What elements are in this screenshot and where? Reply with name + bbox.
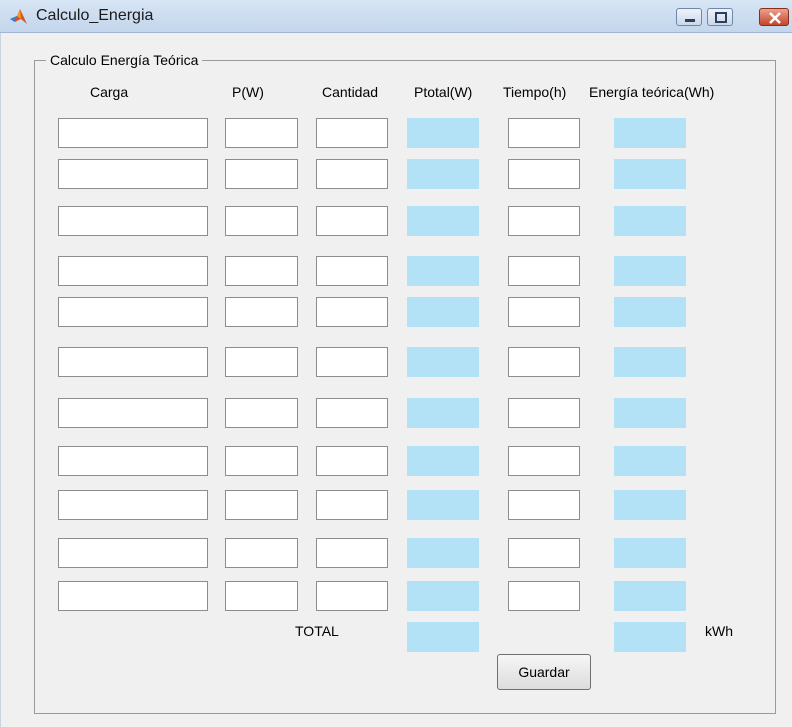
window-title: Calculo_Energia	[36, 7, 154, 24]
energia-output	[614, 159, 686, 189]
energia-output	[614, 297, 686, 327]
potencia-input[interactable]	[225, 398, 298, 428]
carga-input[interactable]	[58, 538, 208, 568]
cantidad-input[interactable]	[316, 159, 388, 189]
ptotal-output	[407, 490, 479, 520]
carga-input[interactable]	[58, 297, 208, 327]
matlab-icon	[10, 9, 27, 24]
minimize-icon	[685, 19, 695, 22]
cantidad-input[interactable]	[316, 490, 388, 520]
energia-output	[614, 118, 686, 148]
tiempo-input[interactable]	[508, 581, 580, 611]
tiempo-input[interactable]	[508, 490, 580, 520]
header-carga: Carga	[90, 84, 129, 100]
cantidad-input[interactable]	[316, 581, 388, 611]
carga-input[interactable]	[58, 159, 208, 189]
title-bar: Calculo_Energia	[0, 0, 792, 33]
header-ptotal: Ptotal(W)	[414, 84, 473, 100]
tiempo-input[interactable]	[508, 297, 580, 327]
tiempo-input[interactable]	[508, 347, 580, 377]
maximize-icon	[715, 12, 727, 23]
ptotal-output	[407, 446, 479, 476]
tiempo-input[interactable]	[508, 256, 580, 286]
header-potencia: P(W)	[232, 84, 264, 100]
energia-output	[614, 398, 686, 428]
cantidad-input[interactable]	[316, 347, 388, 377]
save-button[interactable]: Guardar	[497, 654, 591, 690]
unit-label: kWh	[705, 623, 733, 639]
energia-output	[614, 206, 686, 236]
total-energia-field	[614, 622, 686, 652]
maximize-button[interactable]	[707, 8, 733, 26]
ptotal-output	[407, 118, 479, 148]
potencia-input[interactable]	[225, 581, 298, 611]
cantidad-input[interactable]	[316, 118, 388, 148]
minimize-button[interactable]	[676, 8, 702, 26]
carga-input[interactable]	[58, 256, 208, 286]
panel-title: Calculo Energía Teórica	[46, 52, 203, 68]
carga-input[interactable]	[58, 118, 208, 148]
cantidad-input[interactable]	[316, 538, 388, 568]
potencia-input[interactable]	[225, 206, 298, 236]
cantidad-input[interactable]	[316, 206, 388, 236]
ptotal-output	[407, 159, 479, 189]
total-ptotal-field	[407, 622, 479, 652]
ptotal-output	[407, 398, 479, 428]
energia-output	[614, 538, 686, 568]
energia-output	[614, 256, 686, 286]
ptotal-output	[407, 581, 479, 611]
potencia-input[interactable]	[225, 538, 298, 568]
potencia-input[interactable]	[225, 347, 298, 377]
header-tiempo: Tiempo(h)	[503, 84, 567, 100]
energia-output	[614, 490, 686, 520]
tiempo-input[interactable]	[508, 446, 580, 476]
potencia-input[interactable]	[225, 297, 298, 327]
ptotal-output	[407, 347, 479, 377]
carga-input[interactable]	[58, 446, 208, 476]
carga-input[interactable]	[58, 398, 208, 428]
close-button[interactable]	[759, 8, 789, 26]
ptotal-output	[407, 206, 479, 236]
cantidad-input[interactable]	[316, 398, 388, 428]
carga-input[interactable]	[58, 347, 208, 377]
tiempo-input[interactable]	[508, 398, 580, 428]
tiempo-input[interactable]	[508, 538, 580, 568]
carga-input[interactable]	[58, 206, 208, 236]
ptotal-output	[407, 297, 479, 327]
header-energia: Energía teórica(Wh)	[589, 84, 715, 100]
potencia-input[interactable]	[225, 159, 298, 189]
ptotal-output	[407, 256, 479, 286]
tiempo-input[interactable]	[508, 159, 580, 189]
potencia-input[interactable]	[225, 446, 298, 476]
energia-output	[614, 581, 686, 611]
potencia-input[interactable]	[225, 118, 298, 148]
close-icon	[769, 12, 781, 24]
cantidad-input[interactable]	[316, 446, 388, 476]
total-label: TOTAL	[295, 623, 339, 639]
carga-input[interactable]	[58, 490, 208, 520]
energia-output	[614, 347, 686, 377]
tiempo-input[interactable]	[508, 206, 580, 236]
carga-input[interactable]	[58, 581, 208, 611]
energia-output	[614, 446, 686, 476]
ptotal-output	[407, 538, 479, 568]
potencia-input[interactable]	[225, 256, 298, 286]
potencia-input[interactable]	[225, 490, 298, 520]
tiempo-input[interactable]	[508, 118, 580, 148]
header-cantidad: Cantidad	[322, 84, 379, 100]
cantidad-input[interactable]	[316, 297, 388, 327]
cantidad-input[interactable]	[316, 256, 388, 286]
